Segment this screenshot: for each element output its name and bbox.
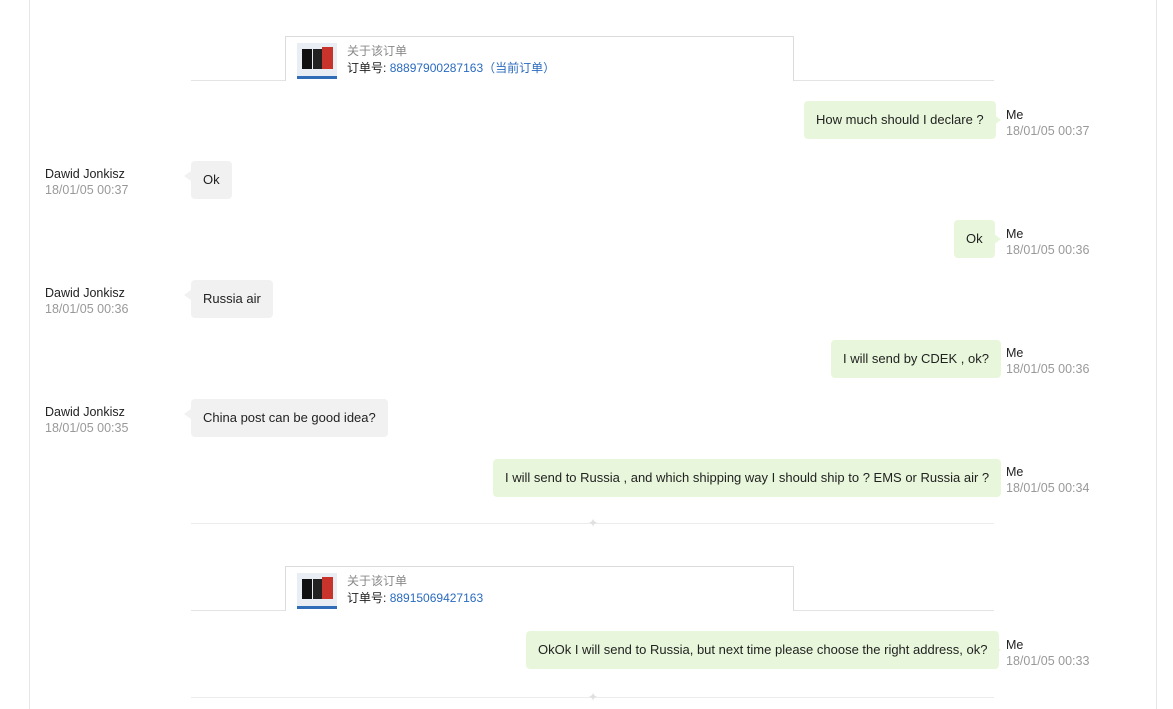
- product-thumbnail[interactable]: [297, 573, 337, 609]
- sender-name: Me: [1006, 638, 1024, 652]
- message-bubble-me: OkOk I will send to Russia, but next tim…: [526, 631, 1000, 669]
- message-bubble-them: Russia air: [191, 280, 273, 318]
- order-number-row: 订单号: 88915069427163: [347, 591, 483, 605]
- message-time: 18/01/05 00:37: [1006, 124, 1090, 138]
- sender-name: Me: [1006, 227, 1024, 241]
- message-time: 18/01/05 00:33: [1006, 654, 1090, 668]
- message-bubble-them: Ok: [191, 161, 232, 199]
- product-thumbnail[interactable]: [297, 43, 337, 79]
- sender-name: Me: [1006, 465, 1024, 479]
- message-meta: Me 18/01/05 00:33: [1006, 637, 1089, 669]
- bubble-tail: [184, 171, 191, 181]
- order-number-row: 订单号: 88897900287163（当前订单）: [347, 61, 555, 75]
- message-meta: Me 18/01/05 00:36: [1006, 345, 1089, 377]
- order-about-label: 关于该订单: [347, 574, 408, 588]
- message-time: 18/01/05 00:34: [1006, 481, 1090, 495]
- order-card: 关于该订单 订单号: 88915069427163: [285, 566, 794, 611]
- message-time: 18/01/05 00:35: [45, 421, 129, 435]
- message-bubble-me: Ok: [954, 220, 995, 258]
- order-card: 关于该订单 订单号: 88897900287163（当前订单）: [285, 36, 794, 81]
- order-number-link[interactable]: 88915069427163: [390, 591, 483, 605]
- message-bubble-me: I will send by CDEK , ok?: [831, 340, 1001, 378]
- message-meta: Dawid Jonkisz 18/01/05 00:35: [45, 404, 128, 436]
- message-meta: Dawid Jonkisz 18/01/05 00:37: [45, 166, 128, 198]
- order-number-label: 订单号:: [347, 591, 387, 605]
- message-meta: Me 18/01/05 00:34: [1006, 464, 1089, 496]
- message-meta: Me 18/01/05 00:36: [1006, 226, 1089, 258]
- order-number-label: 订单号:: [347, 61, 387, 75]
- message-bubble-me: How much should I declare ?: [804, 101, 996, 139]
- sparkle-icon: ✦: [587, 516, 599, 530]
- message-bubble-me: I will send to Russia , and which shippi…: [493, 459, 1002, 497]
- message-bubble-them: China post can be good idea?: [191, 399, 388, 437]
- current-order-tag: （当前订单）: [483, 61, 556, 75]
- message-meta: Dawid Jonkisz 18/01/05 00:36: [45, 285, 128, 317]
- sender-name: Dawid Jonkisz: [45, 286, 125, 300]
- bubble-tail: [994, 115, 1001, 125]
- bubble-tail: [994, 645, 1001, 655]
- message-time: 18/01/05 00:36: [45, 302, 129, 316]
- sender-name: Me: [1006, 108, 1024, 122]
- order-number-link[interactable]: 88897900287163: [390, 61, 483, 75]
- message-time: 18/01/05 00:37: [45, 183, 129, 197]
- sender-name: Dawid Jonkisz: [45, 405, 125, 419]
- sender-name: Dawid Jonkisz: [45, 167, 125, 181]
- panel-right-border: [1156, 0, 1157, 709]
- message-time: 18/01/05 00:36: [1006, 362, 1090, 376]
- message-meta: Me 18/01/05 00:37: [1006, 107, 1089, 139]
- order-about-label: 关于该订单: [347, 44, 408, 58]
- bubble-tail: [994, 234, 1001, 244]
- sparkle-icon: ✦: [587, 690, 599, 704]
- message-time: 18/01/05 00:36: [1006, 243, 1090, 257]
- bubble-tail: [994, 473, 1001, 483]
- panel-left-border: [29, 0, 30, 709]
- bubble-tail: [184, 409, 191, 419]
- bubble-tail: [184, 290, 191, 300]
- bubble-tail: [994, 354, 1001, 364]
- sender-name: Me: [1006, 346, 1024, 360]
